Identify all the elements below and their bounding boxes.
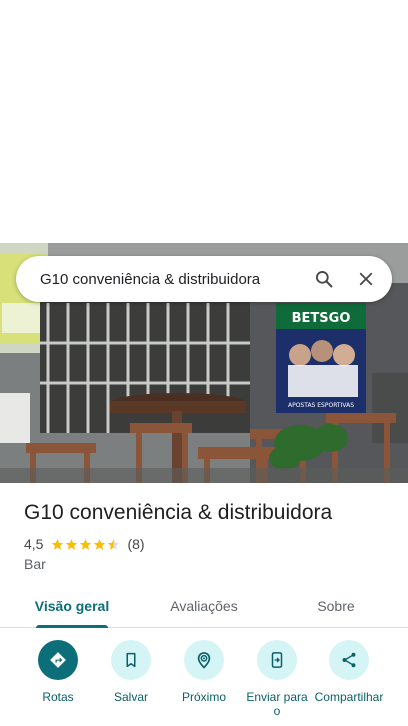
share-label: Compartilhar <box>314 690 384 704</box>
directions-label: Rotas <box>42 690 74 704</box>
rating-value: 4,5 <box>24 536 44 552</box>
send-to-phone-label: Enviar para o <box>246 690 308 718</box>
half-star-icon <box>108 538 120 550</box>
nearby-label: Próximo <box>181 690 226 704</box>
tab-bar: Visão geral Avaliações Sobre <box>0 584 408 628</box>
active-tab-indicator <box>36 625 108 628</box>
tab-reviews[interactable]: Avaliações <box>154 584 254 628</box>
review-count[interactable]: (8) <box>127 536 144 552</box>
tab-overview[interactable]: Visão geral <box>22 584 122 628</box>
save-label: Salvar <box>113 690 148 704</box>
nearby-icon <box>184 640 224 680</box>
search-icon[interactable] <box>306 261 342 297</box>
star-icon <box>66 538 78 550</box>
place-category[interactable]: Bar <box>24 556 46 572</box>
send-to-phone-icon <box>257 640 297 680</box>
send-to-phone-button[interactable]: Enviar para o <box>237 640 317 718</box>
directions-button[interactable]: Rotas <box>18 640 98 704</box>
star-rating <box>51 538 121 551</box>
rating-row[interactable]: 4,5 (8) <box>24 536 145 552</box>
share-icon <box>329 640 369 680</box>
search-query[interactable]: G10 conveniência & distribuidora <box>40 271 300 288</box>
place-details-screen: BETSGO APOSTAS ESPORTIVAS G10 conveniênc… <box>0 0 408 726</box>
directions-icon <box>38 640 78 680</box>
star-icon <box>80 538 92 550</box>
action-buttons: Rotas Salvar Próximo Enviar para o Compa… <box>0 640 408 726</box>
map-area[interactable] <box>0 0 408 243</box>
tab-about[interactable]: Sobre <box>286 584 386 628</box>
star-icon <box>52 538 64 550</box>
search-bar[interactable]: G10 conveniência & distribuidora <box>16 256 392 302</box>
svg-text:BETSGO: BETSGO <box>292 311 351 326</box>
nearby-button[interactable]: Próximo <box>164 640 244 704</box>
share-button[interactable]: Compartilhar <box>309 640 389 704</box>
star-icon <box>94 538 106 550</box>
place-title: G10 conveniência & distribuidora <box>24 501 333 524</box>
svg-text:APOSTAS ESPORTIVAS: APOSTAS ESPORTIVAS <box>288 402 354 409</box>
bookmark-icon <box>111 640 151 680</box>
save-button[interactable]: Salvar <box>91 640 171 704</box>
close-icon[interactable] <box>348 261 384 297</box>
